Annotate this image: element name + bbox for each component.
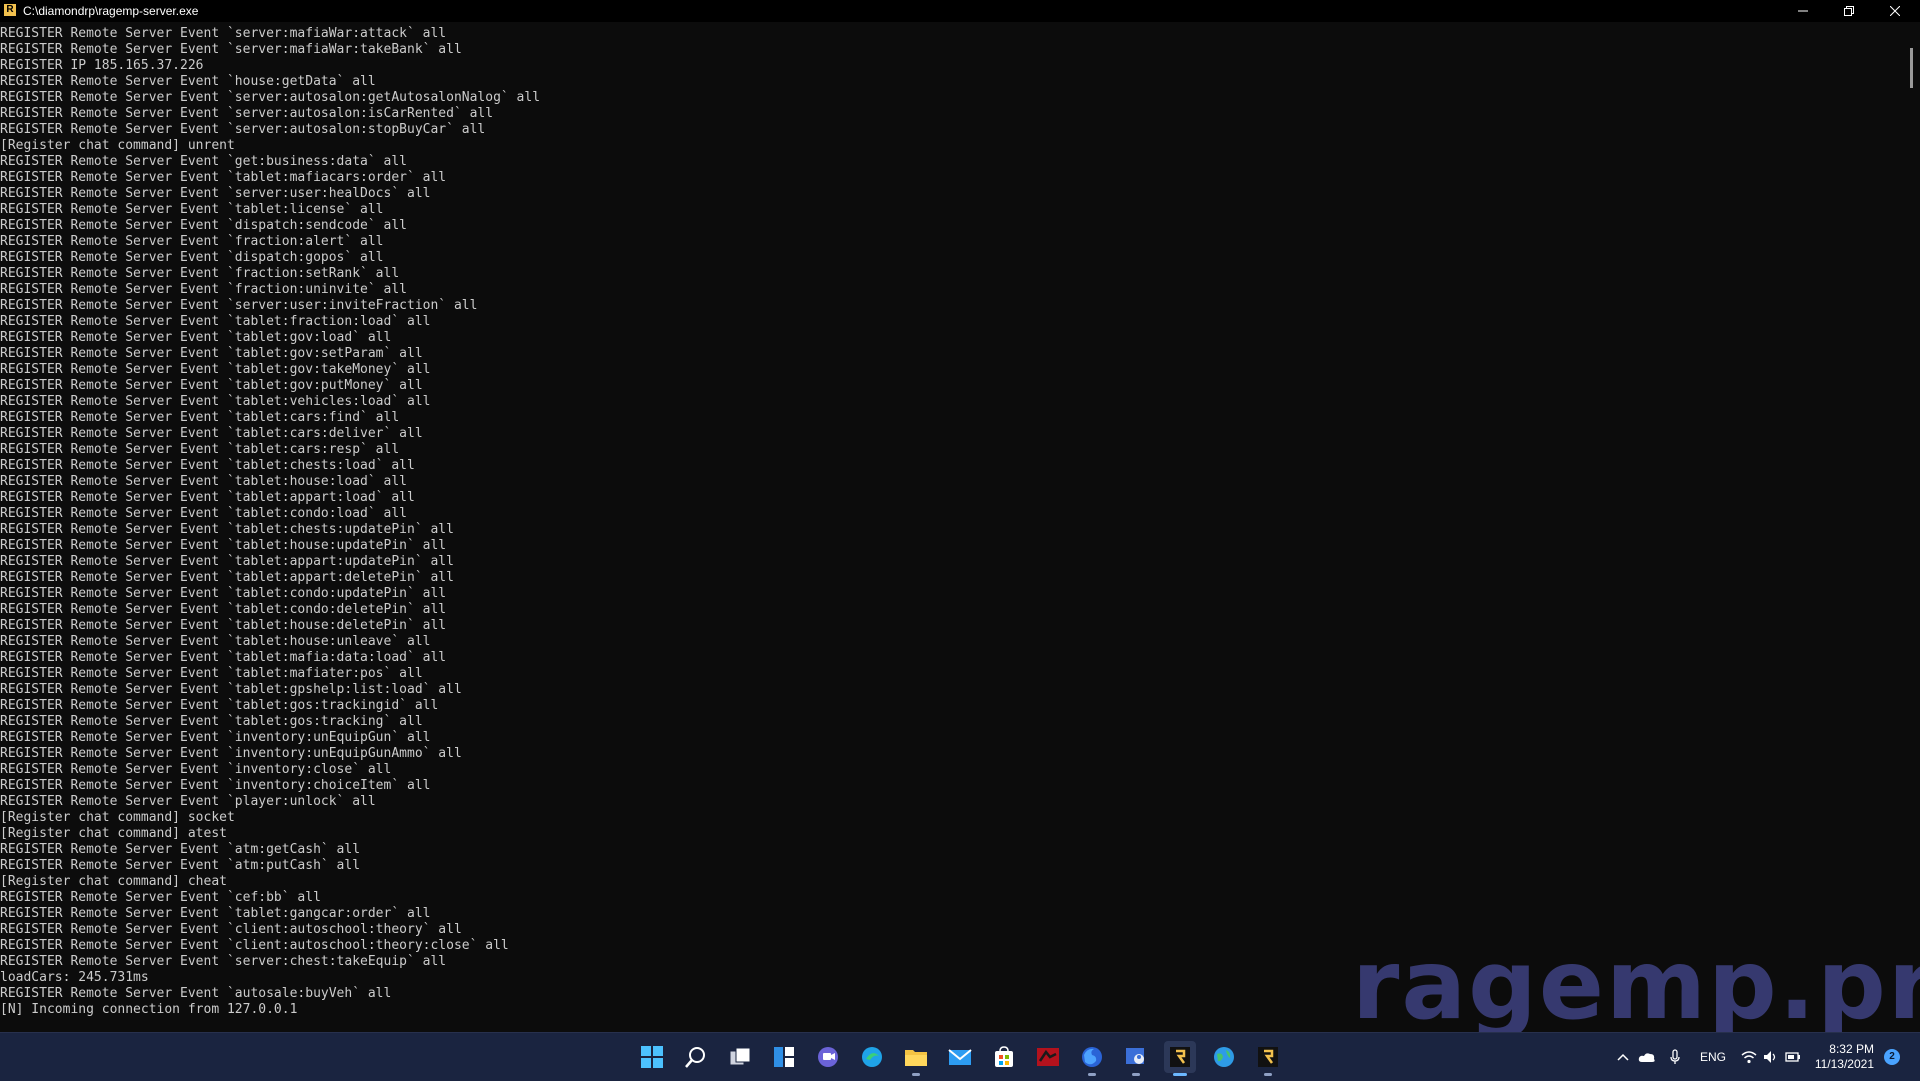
console-line: REGISTER Remote Server Event `get:busine… (0, 154, 407, 169)
terminal-window: R C:\diamondrp\ragemp-server.exe REGISTE… (0, 0, 1920, 1041)
console-line: REGISTER Remote Server Event `tablet:con… (0, 586, 447, 601)
battery-plug-icon (1785, 1052, 1800, 1062)
clock[interactable]: 8:32 PM 11/13/2021 (1812, 1042, 1874, 1072)
console-line: REGISTER Remote Server Event `tablet:fra… (0, 314, 431, 329)
taskbar: ENG 8:32 PM 11/13/2021 2 (0, 1032, 1920, 1081)
console-line: REGISTER Remote Server Event `tablet:lic… (0, 202, 384, 217)
network-button[interactable] (1740, 1049, 1758, 1065)
watermark-text: ragemp.pro (1352, 929, 1920, 1041)
console-line: REGISTER Remote Server Event `tablet:che… (0, 458, 415, 473)
console-line: REGISTER Remote Server Event `tablet:gos… (0, 698, 439, 713)
vertical-scrollbar[interactable] (1903, 22, 1920, 1032)
console-line: REGISTER Remote Server Event `inventory:… (0, 762, 392, 777)
console-line: REGISTER Remote Server Event `tablet:gov… (0, 378, 423, 393)
console-line: [Register chat command] socket (0, 810, 235, 825)
console-line: REGISTER Remote Server Event `tablet:car… (0, 410, 400, 425)
console-line: REGISTER Remote Server Event `server:aut… (0, 106, 494, 121)
volume-button[interactable] (1762, 1049, 1780, 1065)
scrollbar-thumb[interactable] (1910, 48, 1913, 88)
clock-date: 11/13/2021 (1814, 1057, 1874, 1071)
console-line: REGISTER Remote Server Event `house:getD… (0, 74, 376, 89)
console-line: REGISTER Remote Server Event `inventory:… (0, 778, 431, 793)
console-line: REGISTER Remote Server Event `tablet:maf… (0, 666, 423, 681)
console-line: REGISTER Remote Server Event `tablet:gos… (0, 714, 423, 729)
console-line: REGISTER Remote Server Event `tablet:gps… (0, 682, 462, 697)
console-line: REGISTER Remote Server Event `server:use… (0, 186, 431, 201)
console-line: REGISTER Remote Server Event `tablet:maf… (0, 170, 447, 185)
console-line: REGISTER IP 185.165.37.226 (0, 58, 204, 73)
console-line: REGISTER Remote Server Event `tablet:veh… (0, 394, 431, 409)
console-line: REGISTER Remote Server Event `server:maf… (0, 42, 462, 57)
microphone-icon (1670, 1049, 1680, 1064)
minimize-button[interactable] (1780, 0, 1826, 22)
cloud-icon (1638, 1053, 1655, 1062)
show-hidden-icons-button[interactable] (1614, 1049, 1632, 1065)
battery-button[interactable] (1784, 1049, 1802, 1065)
onedrive-button[interactable] (1638, 1049, 1656, 1065)
console-line: REGISTER Remote Server Event `tablet:gan… (0, 906, 431, 921)
console-line: REGISTER Remote Server Event `cef:bb` al… (0, 890, 321, 905)
console-line: REGISTER Remote Server Event `server:aut… (0, 90, 541, 105)
console-line: REGISTER Remote Server Event `player:unl… (0, 794, 376, 809)
console-line: REGISTER Remote Server Event `inventory:… (0, 730, 431, 745)
wifi-icon (1741, 1051, 1757, 1064)
console-line: REGISTER Remote Server Event `atm:putCas… (0, 858, 361, 873)
console-line: REGISTER Remote Server Event `tablet:che… (0, 522, 454, 537)
console-line: REGISTER Remote Server Event `tablet:con… (0, 602, 447, 617)
language-indicator[interactable]: ENG (1700, 1050, 1726, 1064)
console-line: REGISTER Remote Server Event `server:maf… (0, 26, 447, 41)
window-title: C:\diamondrp\ragemp-server.exe (23, 4, 199, 18)
console-line: REGISTER Remote Server Event `tablet:car… (0, 426, 423, 441)
close-button[interactable] (1872, 0, 1918, 22)
console-line: REGISTER Remote Server Event `tablet:gov… (0, 330, 392, 345)
close-icon (1889, 5, 1901, 17)
console-line: [Register chat command] atest (0, 826, 227, 841)
system-tray: ENG 8:32 PM 11/13/2021 2 (0, 1033, 1920, 1081)
console-line: REGISTER Remote Server Event `tablet:gov… (0, 346, 423, 361)
restore-icon (1844, 6, 1854, 16)
console-line: REGISTER Remote Server Event `tablet:gov… (0, 362, 431, 377)
console-line: REGISTER Remote Server Event `fraction:u… (0, 282, 407, 297)
console-line: REGISTER Remote Server Event `inventory:… (0, 746, 462, 761)
console-line: REGISTER Remote Server Event `tablet:hou… (0, 474, 407, 489)
console-line: REGISTER Remote Server Event `fraction:s… (0, 266, 400, 281)
console-line: REGISTER Remote Server Event `dispatch:s… (0, 218, 407, 233)
chevron-up-icon (1617, 1053, 1629, 1061)
console-line: REGISTER Remote Server Event `dispatch:g… (0, 250, 384, 265)
microphone-button[interactable] (1666, 1049, 1684, 1065)
speaker-icon (1764, 1051, 1776, 1063)
console-line: [Register chat command] unrent (0, 138, 235, 153)
ragemp-app-icon: R (4, 4, 16, 16)
console-line: REGISTER Remote Server Event `server:use… (0, 298, 478, 313)
console-line: REGISTER Remote Server Event `tablet:app… (0, 554, 454, 569)
restore-button[interactable] (1826, 0, 1872, 22)
console-line: REGISTER Remote Server Event `tablet:con… (0, 506, 407, 521)
title-bar[interactable]: R C:\diamondrp\ragemp-server.exe (0, 0, 1920, 22)
console-line: REGISTER Remote Server Event `tablet:app… (0, 570, 454, 585)
minimize-icon (1798, 10, 1808, 12)
console-line: REGISTER Remote Server Event `tablet:hou… (0, 634, 431, 649)
console-line: REGISTER Remote Server Event `tablet:car… (0, 442, 400, 457)
console-line: REGISTER Remote Server Event `tablet:hou… (0, 618, 447, 633)
clock-time: 8:32 PM (1829, 1042, 1874, 1056)
console-line: [Register chat command] cheat (0, 874, 227, 889)
console-line: REGISTER Remote Server Event `tablet:hou… (0, 538, 447, 553)
console-output[interactable]: REGISTER Remote Server Event `server:maf… (0, 26, 1900, 1026)
console-line: REGISTER Remote Server Event `server:aut… (0, 122, 486, 137)
console-line: REGISTER Remote Server Event `fraction:a… (0, 234, 384, 249)
console-line: REGISTER Remote Server Event `tablet:maf… (0, 650, 447, 665)
console-line: REGISTER Remote Server Event `atm:getCas… (0, 842, 361, 857)
console-line: REGISTER Remote Server Event `tablet:app… (0, 490, 415, 505)
notification-badge[interactable]: 2 (1884, 1049, 1900, 1065)
